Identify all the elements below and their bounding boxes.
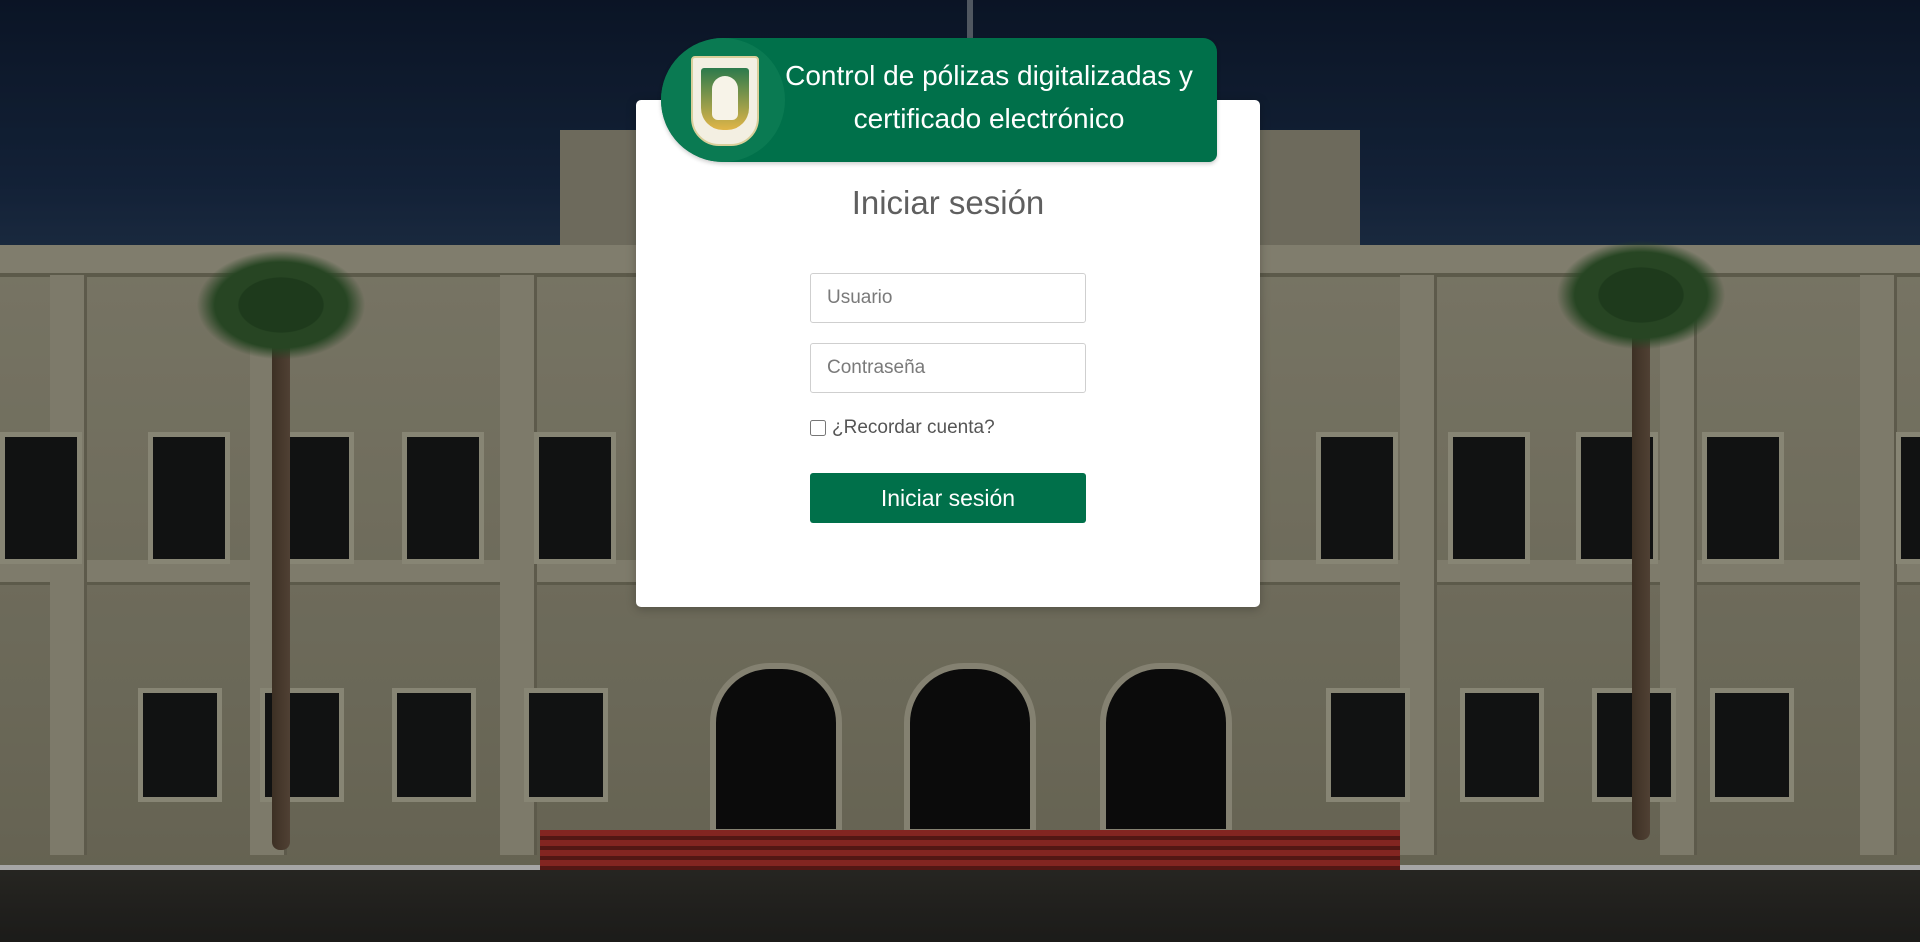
username-input[interactable] bbox=[810, 273, 1086, 323]
seal-figure bbox=[712, 76, 738, 120]
university-seal-icon bbox=[691, 56, 759, 146]
login-heading: Iniciar sesión bbox=[851, 184, 1045, 221]
remember-label: ¿Recordar cuenta? bbox=[832, 417, 995, 438]
remember-account[interactable]: ¿Recordar cuenta? bbox=[810, 414, 995, 442]
remember-checkbox[interactable] bbox=[810, 420, 826, 436]
password-input[interactable] bbox=[810, 343, 1086, 393]
app-title: Control de pólizas digitalizadas y certi… bbox=[785, 60, 1193, 134]
login-button[interactable]: Iniciar sesión bbox=[810, 473, 1086, 523]
